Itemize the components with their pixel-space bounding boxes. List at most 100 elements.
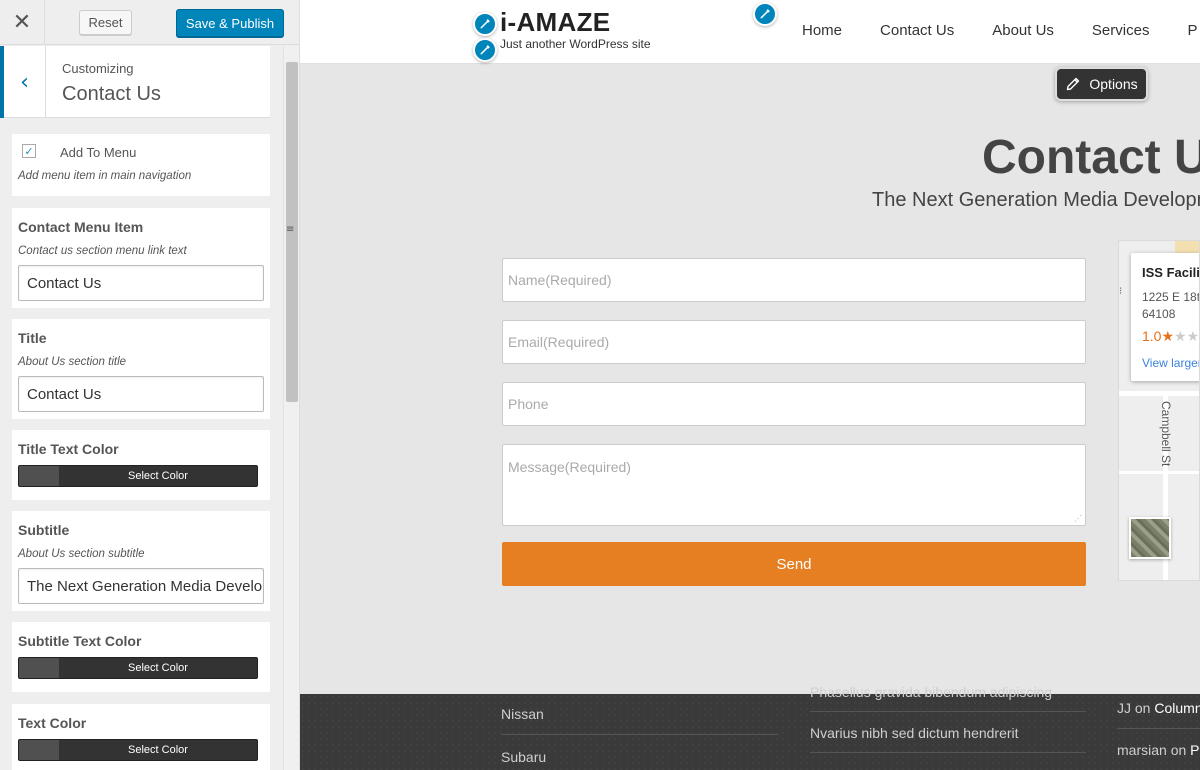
title-text-color-button[interactable]: Select Color [18,465,258,487]
comment-author[interactable]: marsian [1117,742,1167,758]
subtitle-input[interactable]: The Next Generation Media Development [18,568,264,604]
footer-divider [810,711,1086,712]
select-color-label: Select Color [128,744,188,756]
map-info-card: ISS Facility 1225 E 18th St 64108 1.0★★★… [1131,253,1200,381]
customizing-label: Customizing [62,61,134,76]
map-street-label: Campbell St [1159,401,1173,467]
footer-comment: JJ on Column [1117,700,1200,716]
select-color-label: Select Color [128,662,188,674]
nav-item-services[interactable]: Services [1092,22,1150,39]
main-navigation: Home Contact Us About Us Services P [802,22,1200,39]
satellite-toggle-thumbnail[interactable] [1129,517,1171,559]
footer-divider [501,734,778,735]
message-textarea[interactable]: Message(Required) ⋰ [502,444,1086,526]
grip-icon[interactable]: ≡ [286,224,294,235]
title-input[interactable]: Contact Us [18,376,264,412]
map-road [1119,391,1199,396]
name-input[interactable]: Name(Required) [502,258,1086,302]
email-input[interactable]: Email(Required) [502,320,1086,364]
section-title: Contact Us [62,83,161,105]
title-description: About Us section title [18,356,127,368]
customizer-sidebar: ✕ Reset Save & Publish ‹ Customizing Con… [0,0,300,770]
nav-item-contact-us[interactable]: Contact Us [880,22,954,39]
star-empty-icon: ★★★★ [1174,328,1200,344]
title-control: Title About Us section title Contact Us [12,319,270,419]
contact-heading: Contact Us [982,131,1200,184]
footer-post-link[interactable]: Nvarius nibh sed dictum hendrerit [810,725,1019,741]
map-marker-icon: ⁝ [1119,286,1123,297]
add-to-menu-checkbox[interactable]: ✓ [22,144,36,158]
site-footer: Nissan Subaru Phasellus gravida bibendum… [300,684,1200,770]
title-text-color-control: Title Text Color Select Color [12,430,270,500]
save-publish-button[interactable]: Save & Publish [176,9,284,37]
add-to-menu-label[interactable]: Add To Menu [60,145,136,160]
phone-input[interactable]: Phone [502,382,1086,426]
map-rating: 1.0★★★★★ [1142,328,1200,345]
title-label: Title [18,330,47,346]
comment-target-link[interactable]: Column [1154,700,1200,716]
contact-menu-item-input[interactable]: Contact Us [18,265,264,301]
map-address-line1: 1225 E 18th St [1142,290,1200,304]
map-address-line2: 64108 [1142,307,1176,321]
star-icon: ★ [1161,328,1175,344]
nav-item-about-us[interactable]: About Us [992,22,1054,39]
footer-divider [810,752,1086,753]
comment-on: on [1134,700,1151,716]
sidebar-scrollbar[interactable] [283,46,299,770]
contact-subheading: The Next Generation Media Development [872,189,1200,211]
map-place-name: ISS Facility [1142,265,1200,280]
site-preview: i-AMAZE Just another WordPress site Home… [300,0,1200,770]
resize-handle-icon[interactable]: ⋰ [1074,514,1082,523]
text-color-label: Text Color [18,715,87,731]
comment-target-link[interactable]: P [1190,742,1199,758]
subtitle-text-color-control: Subtitle Text Color Select Color [12,622,270,692]
footer-link[interactable]: Nissan [501,706,544,722]
contact-menu-item-control: Contact Menu Item Contact us section men… [12,208,270,308]
color-swatch [19,740,59,760]
map-road [1119,471,1199,474]
options-label: Options [1089,76,1138,92]
contact-menu-item-label: Contact Menu Item [18,219,144,235]
back-button[interactable]: ‹ [0,46,46,118]
color-swatch [19,466,59,486]
chevron-left-icon: ‹ [20,69,29,95]
checkmark-icon: ✓ [24,144,34,158]
comment-author[interactable]: JJ [1117,700,1131,716]
footer-post-link[interactable]: Phasellus gravida bibendum adipiscing [810,684,1052,700]
edit-menu-pencil-icon[interactable] [753,2,777,26]
pencil-icon [1067,77,1080,91]
options-button[interactable]: Options [1055,67,1148,101]
edit-site-title-pencil-icon[interactable] [473,12,497,36]
comment-on: on [1170,742,1187,758]
text-color-button[interactable]: Select Color [18,739,258,761]
subtitle-text-color-label: Subtitle Text Color [18,633,142,649]
text-color-control: Text Color Select Color [12,704,270,770]
color-swatch [19,658,59,678]
contact-menu-item-description: Contact us section menu link text [18,245,187,257]
site-header: i-AMAZE Just another WordPress site Home… [300,0,1200,64]
footer-comment: marsian on P [1117,742,1200,758]
close-customizer-button[interactable]: ✕ [0,0,45,45]
rating-value: 1.0 [1142,328,1162,344]
nav-item-home[interactable]: Home [802,22,842,39]
footer-link[interactable]: Subaru [501,749,546,765]
section-header: ‹ Customizing Contact Us [0,46,270,118]
subtitle-control: Subtitle About Us section subtitle The N… [12,511,270,611]
footer-divider [1117,728,1200,729]
subtitle-description: About Us section subtitle [18,548,145,560]
google-map[interactable]: Campbell St ⁝ ISS Facility 1225 E 18th S… [1118,240,1200,581]
add-to-menu-control: ✓ Add To Menu Add menu item in main navi… [12,134,270,196]
add-to-menu-description: Add menu item in main navigation [18,170,192,182]
reset-button[interactable]: Reset [79,10,132,35]
edit-tagline-pencil-icon[interactable] [473,38,497,62]
site-title[interactable]: i-AMAZE [500,7,610,38]
subtitle-text-color-button[interactable]: Select Color [18,657,258,679]
message-placeholder: Message(Required) [508,459,631,475]
title-text-color-label: Title Text Color [18,441,119,457]
nav-item-truncated[interactable]: P [1187,22,1197,39]
send-button[interactable]: Send [502,542,1086,586]
select-color-label: Select Color [128,470,188,482]
subtitle-label: Subtitle [18,522,70,538]
view-larger-map-link[interactable]: View larger map [1142,356,1199,370]
customizer-header: ✕ Reset Save & Publish [0,0,299,45]
